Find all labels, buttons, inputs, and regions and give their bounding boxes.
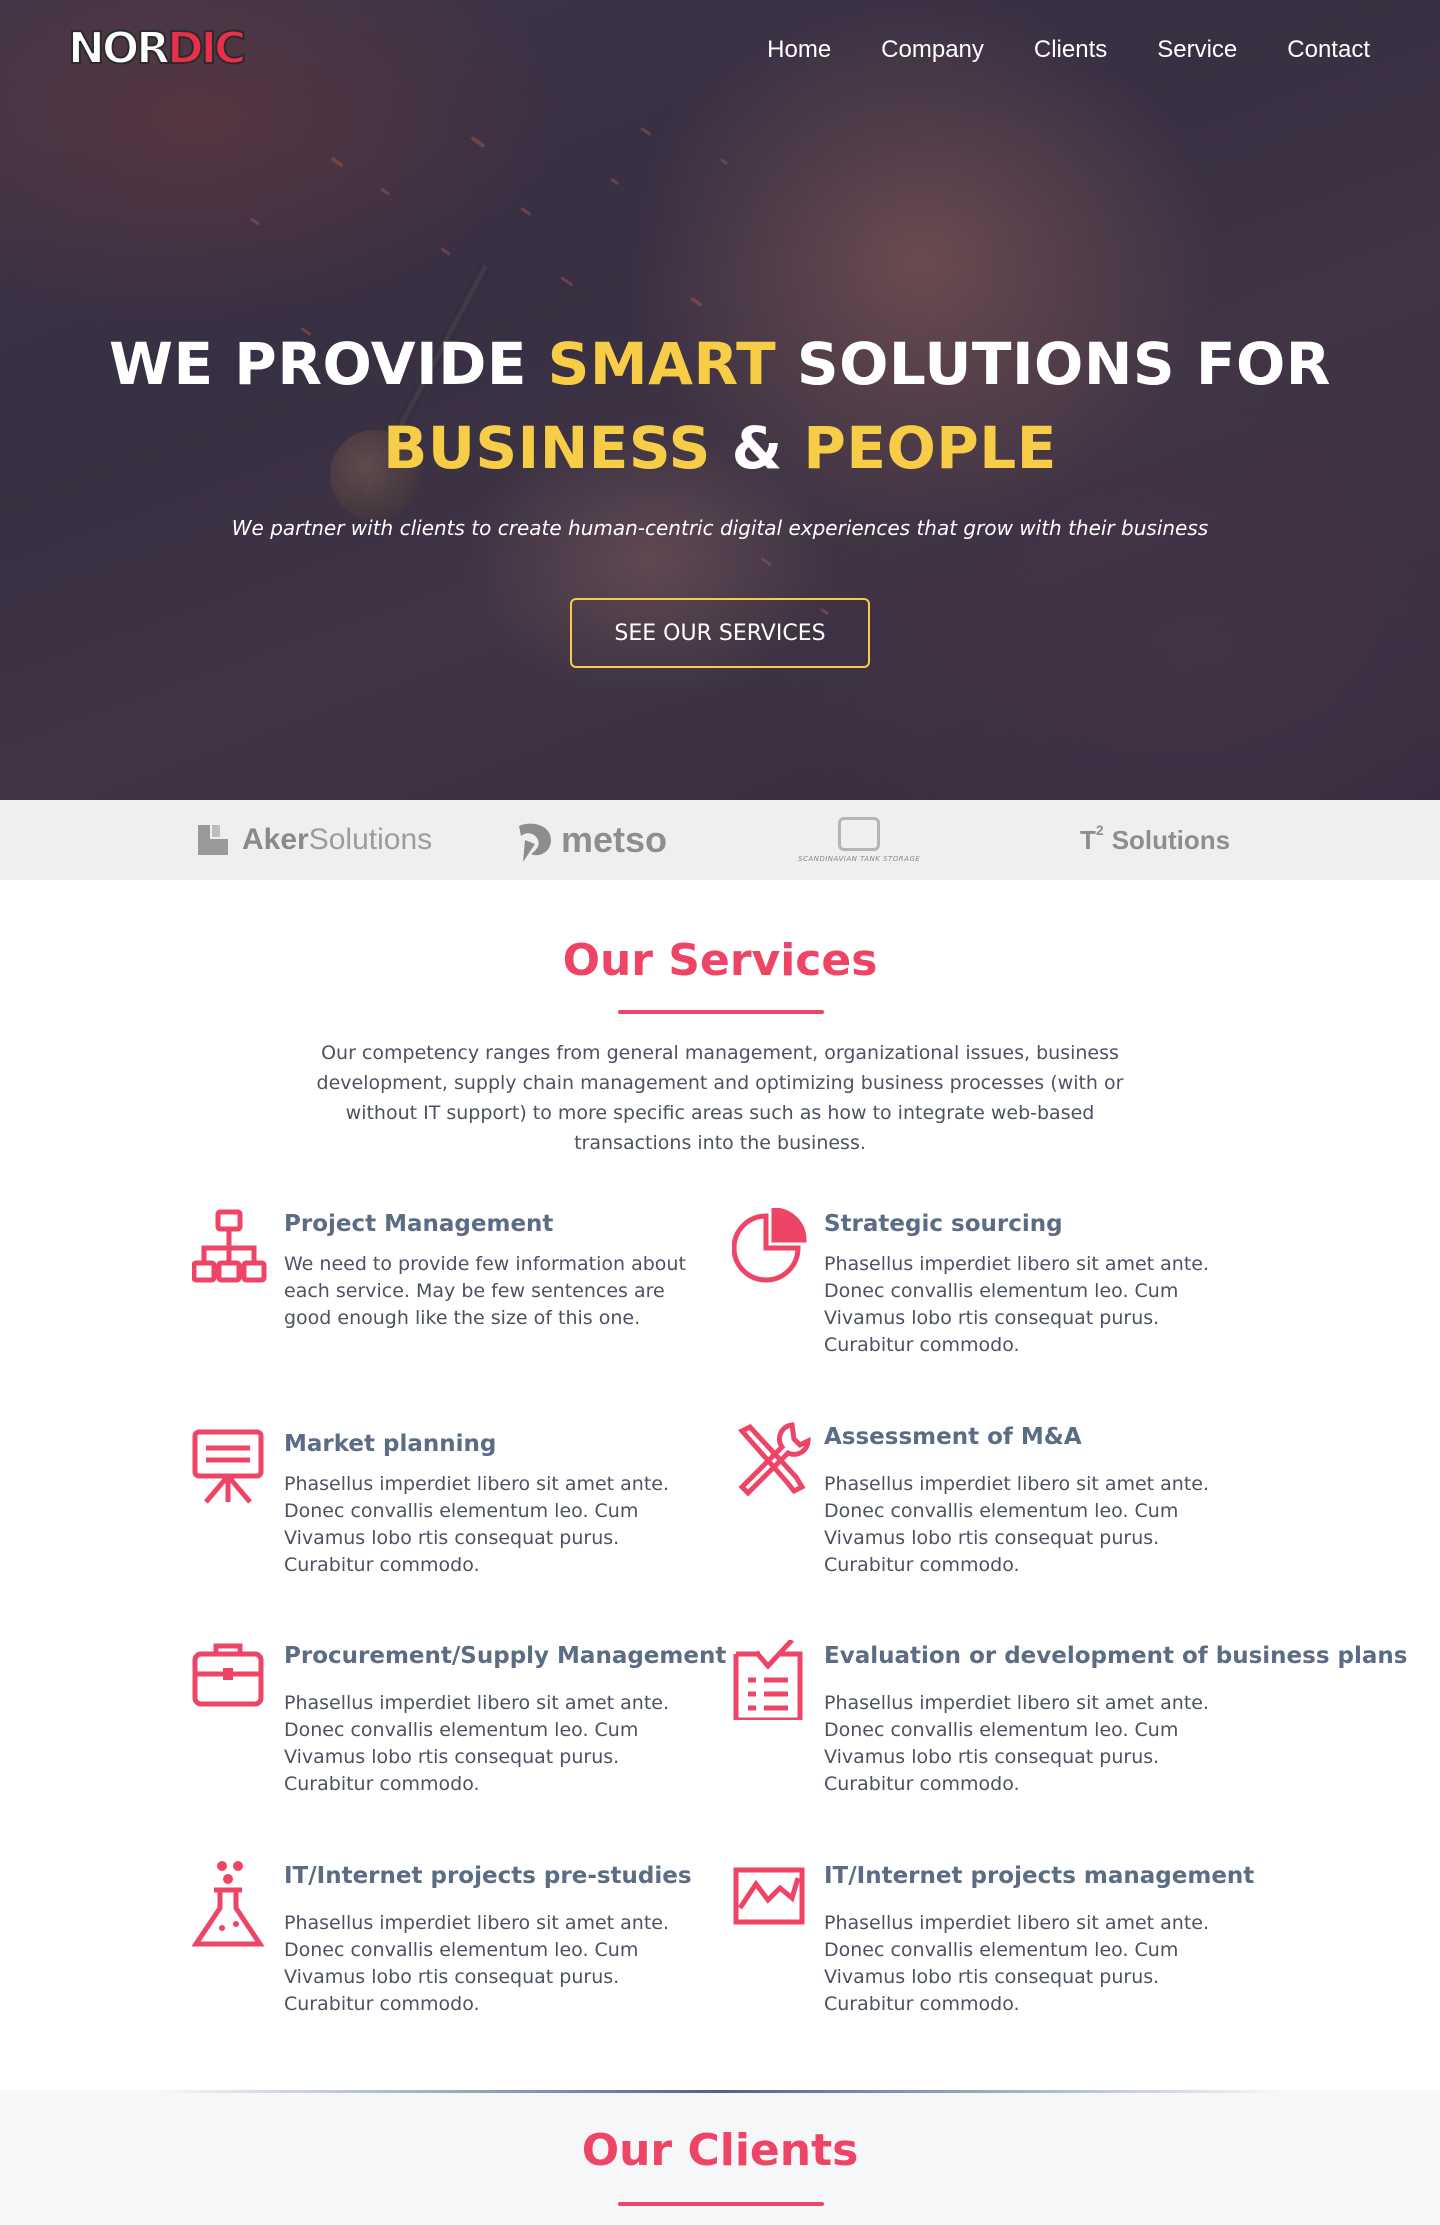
metso-text: metso	[561, 819, 668, 860]
hero-title-highlight-business: BUSINESS	[383, 414, 711, 482]
main-nav: Home Company Clients Service Contact	[717, 34, 1370, 66]
hero-section: NORDIC Home Company Clients Service Cont…	[0, 0, 1440, 800]
nav-home[interactable]: Home	[767, 34, 831, 66]
service-title: Procurement/Supply Management	[284, 1643, 727, 1669]
pie-chart-icon	[731, 1207, 812, 1288]
service-description: Phasellus imperdiet libero sit amet ante…	[284, 1912, 670, 2015]
t2-solutions-logo[interactable]: T 2 Solutions	[1080, 800, 1230, 880]
see-services-button[interactable]: SEE OUR SERVICES	[570, 598, 870, 668]
service-description: Phasellus imperdiet libero sit amet ante…	[284, 1692, 670, 1795]
hero-title-part3: SOLUTIONS FOR	[776, 330, 1331, 398]
service-title: Evaluation or development of business pl…	[824, 1643, 1408, 1669]
aker-mark-icon	[198, 825, 228, 855]
metso-mark-icon	[515, 820, 555, 862]
aker-text-thin: Solutions	[308, 823, 433, 856]
metso-logo[interactable]: metso	[515, 800, 667, 880]
sts-caption: SCANDINAVIAN TANK STORAGE	[798, 855, 921, 863]
hero-title-highlight-people: PEOPLE	[803, 414, 1057, 482]
t2-letter: T	[1080, 824, 1096, 855]
clients-divider	[160, 2090, 1280, 2093]
logo-text-part1: NOR	[67, 23, 171, 75]
hero-subtitle: We partner with clients to create human-…	[231, 516, 1209, 540]
hero-title-ampersand: &	[710, 414, 804, 482]
checklist-icon	[732, 1638, 812, 1723]
presentation-board-icon	[192, 1428, 272, 1508]
clients-title: Our Clients	[581, 2125, 859, 2176]
tools-icon	[732, 1421, 812, 1501]
service-title: Strategic sourcing	[824, 1211, 1063, 1237]
flask-icon	[191, 1860, 272, 1947]
line-chart-icon	[732, 1860, 812, 1940]
hero-title-part1: WE PROVIDE	[109, 330, 548, 398]
sts-mark-icon	[838, 817, 881, 851]
services-title-underline	[618, 1010, 824, 1014]
briefcase-icon	[192, 1640, 272, 1720]
nav-clients[interactable]: Clients	[1034, 34, 1107, 66]
service-description: We need to provide few information about…	[284, 1253, 686, 1329]
service-title: Project Management	[284, 1211, 554, 1237]
aker-solutions-logo[interactable]: Aker Solutions	[198, 800, 432, 880]
hero-title-highlight-smart: SMART	[547, 330, 777, 398]
clients-title-underline	[618, 2202, 824, 2206]
nav-service[interactable]: Service	[1157, 34, 1237, 66]
service-title: Assessment of M&A	[824, 1424, 1082, 1450]
t2-superscript: 2	[1095, 822, 1104, 838]
service-description: Phasellus imperdiet libero sit amet ante…	[824, 1473, 1210, 1576]
aker-text-bold: Aker	[242, 823, 309, 856]
services-title: Our Services	[562, 935, 878, 986]
nav-contact[interactable]: Contact	[1287, 34, 1370, 66]
service-description: Phasellus imperdiet libero sit amet ante…	[824, 1912, 1210, 2015]
service-title: IT/Internet projects pre-studies	[284, 1863, 692, 1889]
org-chart-icon	[191, 1208, 272, 1288]
client-logo-strip: Aker Solutions metso SCANDINAVIAN TANK ST…	[0, 800, 1440, 880]
services-intro: Our competency ranges from general manag…	[316, 1042, 1124, 1154]
scandinavian-tank-storage-logo[interactable]: SCANDINAVIAN TANK STORAGE	[798, 800, 920, 880]
service-description: Phasellus imperdiet libero sit amet ante…	[284, 1473, 670, 1576]
logo-text-part2: DIC	[166, 23, 247, 75]
service-description: Phasellus imperdiet libero sit amet ante…	[824, 1692, 1210, 1795]
t2-word: Solutions	[1111, 824, 1231, 855]
nav-company[interactable]: Company	[881, 34, 984, 66]
service-title: Market planning	[284, 1431, 497, 1457]
site-logo[interactable]: NORDIC	[67, 23, 247, 75]
service-description: Phasellus imperdiet libero sit amet ante…	[824, 1253, 1210, 1356]
clients-section: Our Clients	[0, 2090, 1440, 2225]
hero-title: WE PROVIDE SMART SOLUTIONS FOR BUSINESS …	[0, 322, 1440, 490]
service-title: IT/Internet projects management	[824, 1863, 1255, 1889]
